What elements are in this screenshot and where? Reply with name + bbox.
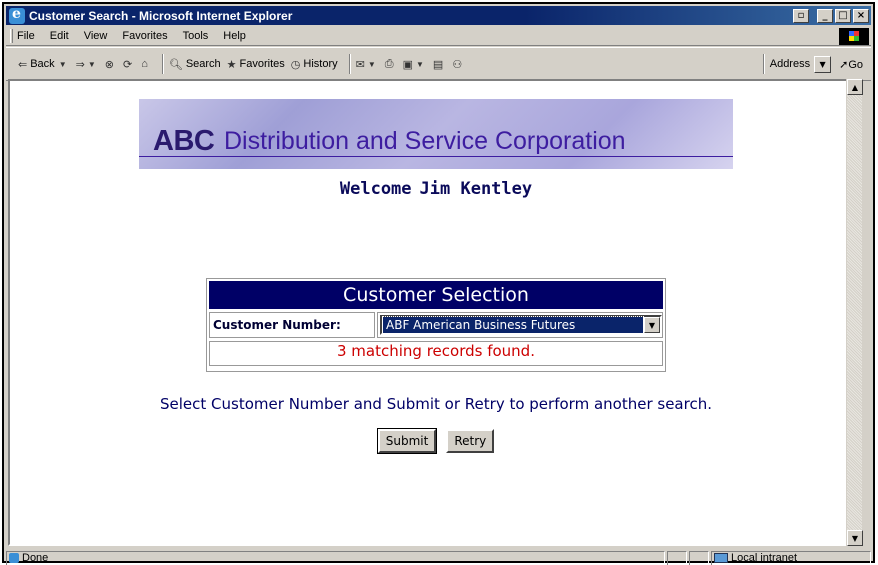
refresh-button[interactable]: ⟳ xyxy=(123,58,135,71)
toolbar-separator xyxy=(762,54,765,74)
status-text-area: Done xyxy=(6,550,665,565)
company-banner: ABC Distribution and Service Corporation xyxy=(139,99,733,169)
security-zone: Local intranet xyxy=(711,550,871,565)
match-count-message: 3 matching records found. xyxy=(209,341,663,366)
menu-tools[interactable]: Tools xyxy=(183,30,209,42)
minimize-button[interactable]: _ xyxy=(817,8,833,23)
home-button[interactable]: ⌂ xyxy=(141,58,151,70)
messenger-button[interactable]: ⚇ xyxy=(452,58,465,71)
toolbar-separator xyxy=(348,54,351,74)
favorites-icon: ★ xyxy=(226,58,237,71)
vertical-scrollbar[interactable]: ▲ ▼ xyxy=(846,79,863,546)
menu-file[interactable]: File xyxy=(17,30,35,42)
intranet-icon xyxy=(714,553,728,563)
form-buttons: Submit Retry xyxy=(10,428,858,454)
submit-button[interactable]: Submit xyxy=(376,428,438,454)
mail-icon: ✉ xyxy=(355,58,365,71)
favorites-label: Favorites xyxy=(239,58,285,70)
menu-favorites[interactable]: Favorites xyxy=(122,30,167,42)
address-bar: Address ▼ ➚Go xyxy=(758,54,871,74)
banner-abc: ABC xyxy=(153,125,215,157)
customer-select-value: ABF American Business Futures xyxy=(382,316,644,334)
welcome-word: Welcome xyxy=(339,179,412,199)
search-button[interactable]: 🔍︎ Search xyxy=(169,58,221,71)
retry-button[interactable]: Retry xyxy=(446,429,495,453)
instruction-text: Select Customer Number and Submit or Ret… xyxy=(160,395,712,413)
customer-number-label: Customer Number: xyxy=(209,312,375,338)
scroll-up-icon[interactable]: ▲ xyxy=(847,79,863,95)
print-icon: ⎙ xyxy=(384,57,394,70)
menu-grip xyxy=(10,29,13,43)
address-label: Address xyxy=(769,58,811,70)
edit-icon: ▣ xyxy=(402,58,413,71)
banner-company-name: Distribution and Service Corporation xyxy=(224,127,626,155)
zone-text: Local intranet xyxy=(731,552,798,564)
page-icon xyxy=(9,553,19,563)
refresh-icon: ⟳ xyxy=(122,58,133,71)
customer-selection-title: Customer Selection xyxy=(209,281,663,309)
stop-icon: ⊗ xyxy=(104,58,114,71)
back-arrow-icon: ⇐ xyxy=(18,58,28,71)
ie-icon xyxy=(9,6,25,24)
status-text: Done xyxy=(22,552,49,564)
page-content: ABC Distribution and Service Corporation… xyxy=(8,79,860,546)
history-label: History xyxy=(303,58,338,70)
back-label: Back xyxy=(30,58,55,70)
welcome-heading: Welcome Jim Kentley xyxy=(10,179,858,199)
status-panel xyxy=(667,550,687,565)
toolbar: ⇐ Back ▼ ⇒ ▼ ⊗ ⟳ ⌂ 🔍︎ Search ★ Favorites ◷ His… xyxy=(6,47,871,81)
go-button[interactable]: ➚Go xyxy=(839,58,863,71)
status-bar: Done Local intranet xyxy=(6,550,871,565)
print-button[interactable]: ⎙ xyxy=(385,58,397,71)
edit-button[interactable]: ▣ ▼ xyxy=(403,58,427,71)
menu-edit[interactable]: Edit xyxy=(50,30,69,42)
discuss-icon: ▤ xyxy=(432,58,444,71)
toolbar-separator xyxy=(161,54,164,74)
customer-selection-panel: Customer Selection Customer Number: ABF … xyxy=(206,278,666,372)
window-controls: ▫ _ □ × xyxy=(793,8,869,23)
home-icon: ⌂ xyxy=(141,58,148,70)
customer-number-select[interactable]: ABF American Business Futures ▼ xyxy=(380,315,662,335)
welcome-user-name: Jim Kentley xyxy=(419,179,533,199)
chevron-down-icon[interactable]: ▼ xyxy=(644,317,660,333)
title-bar: Customer Search - Microsoft Internet Exp… xyxy=(6,6,871,25)
menu-view[interactable]: View xyxy=(84,30,108,42)
history-button[interactable]: ◷ History xyxy=(291,58,338,71)
windows-logo-icon xyxy=(839,27,869,45)
back-button[interactable]: ⇐ Back ▼ xyxy=(18,58,70,71)
address-dropdown-button[interactable]: ▼ xyxy=(814,55,832,73)
forward-button[interactable]: ⇒ ▼ xyxy=(76,58,99,71)
search-icon: 🔍︎ xyxy=(168,58,183,71)
window-title: Customer Search - Microsoft Internet Exp… xyxy=(29,8,293,23)
discuss-button[interactable]: ▤ xyxy=(433,58,446,71)
restore-small-icon[interactable]: ▫ xyxy=(793,8,809,23)
menu-bar: File Edit View Favorites Tools Help xyxy=(6,27,871,46)
maximize-button[interactable]: □ xyxy=(835,8,851,23)
go-label: Go xyxy=(848,58,863,71)
search-label: Search xyxy=(185,58,221,70)
scroll-down-icon[interactable]: ▼ xyxy=(847,530,863,546)
stop-button[interactable]: ⊗ xyxy=(105,58,117,71)
favorites-button[interactable]: ★ Favorites xyxy=(227,58,285,71)
status-panel xyxy=(689,550,709,565)
messenger-icon: ⚇ xyxy=(452,58,463,71)
banner-underline xyxy=(139,156,733,157)
mail-button[interactable]: ✉ ▼ xyxy=(356,58,379,71)
close-button[interactable]: × xyxy=(853,8,869,23)
menu-help[interactable]: Help xyxy=(223,30,246,42)
forward-arrow-icon: ⇒ xyxy=(75,58,85,71)
go-arrow-icon: ➚ xyxy=(839,58,849,71)
history-icon: ◷ xyxy=(290,58,301,71)
